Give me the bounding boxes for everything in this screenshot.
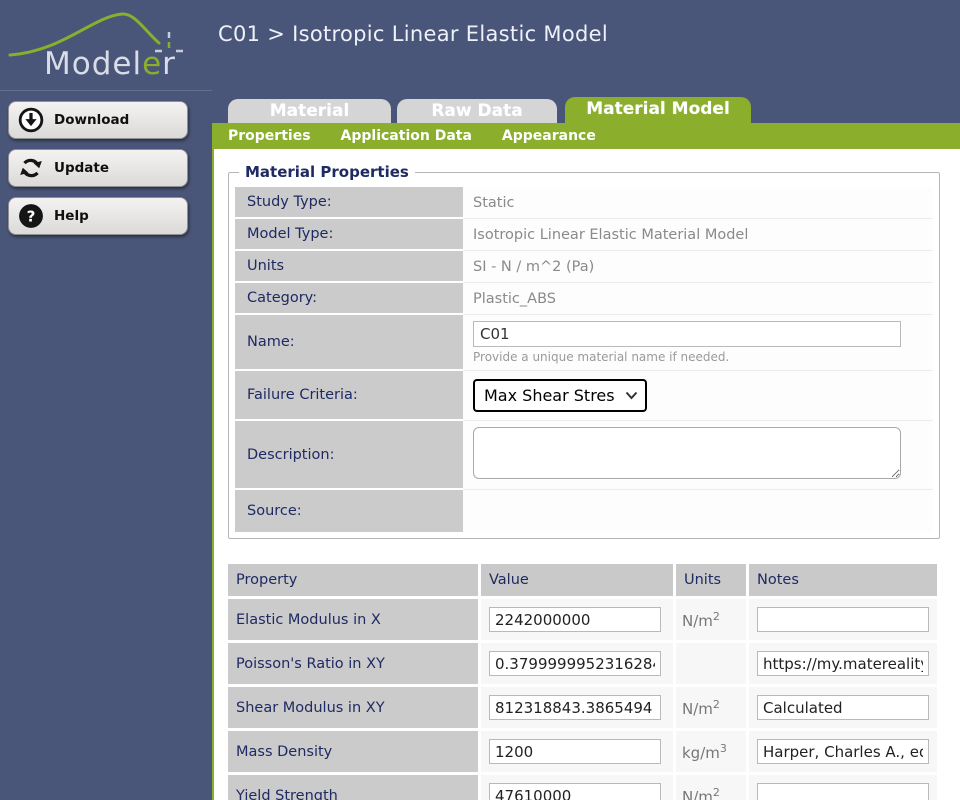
table-row: Poisson's Ratio in XY	[228, 643, 937, 684]
category-label: Category:	[235, 283, 463, 315]
units-cell	[676, 643, 746, 684]
model-type-value: Isotropic Linear Elastic Material Model	[463, 219, 933, 251]
download-circle-icon	[18, 107, 44, 133]
units-cell: N/m2	[676, 687, 746, 728]
notes-input[interactable]	[757, 607, 929, 632]
material-properties-fieldset: Material Properties Study Type: Static M…	[228, 163, 940, 539]
units-value: SI - N / m^2 (Pa)	[463, 251, 933, 283]
sub-navigation: Properties Application Data Appearance	[212, 123, 960, 149]
study-type-label: Study Type:	[235, 187, 463, 219]
property-table-header: Property Value Units Notes	[228, 564, 937, 596]
update-button-label: Update	[54, 160, 110, 176]
modeler-logo: Modeler	[8, 12, 183, 82]
notes-input[interactable]	[757, 651, 929, 676]
source-label: Source:	[235, 490, 463, 532]
name-label: Name:	[235, 315, 463, 371]
chevron-down-icon	[625, 391, 638, 400]
col-header-units: Units	[676, 564, 746, 596]
description-row: Description:	[235, 421, 933, 490]
tab-material[interactable]: Material	[228, 99, 391, 123]
tab-material-model[interactable]: Material Model	[565, 97, 751, 123]
tab-bar: Material Raw Data Material Model	[212, 90, 960, 123]
property-name: Shear Modulus in XY	[228, 687, 478, 728]
help-button-label: Help	[54, 208, 89, 224]
help-circle-icon: ?	[19, 204, 43, 228]
source-row: Source:	[235, 490, 933, 532]
download-button-label: Download	[54, 112, 130, 128]
col-header-notes: Notes	[749, 564, 937, 596]
model-type-row: Model Type: Isotropic Linear Elastic Mat…	[235, 219, 933, 251]
sidebar: Download Update ? Help	[0, 90, 212, 800]
source-value	[463, 490, 933, 532]
col-header-property: Property	[228, 564, 478, 596]
svg-text:?: ?	[27, 207, 36, 225]
refresh-icon	[20, 158, 42, 178]
value-input[interactable]	[489, 783, 661, 800]
category-row: Category: Plastic_ABS	[235, 283, 933, 315]
value-input[interactable]	[489, 695, 661, 720]
name-input[interactable]	[473, 321, 901, 347]
notes-input[interactable]	[757, 783, 929, 800]
subnav-appearance[interactable]: Appearance	[502, 128, 596, 144]
name-row: Name: Provide a unique material name if …	[235, 315, 933, 371]
property-name: Poisson's Ratio in XY	[228, 643, 478, 684]
units-cell: kg/m3	[676, 731, 746, 772]
study-type-value: Static	[463, 187, 933, 219]
value-input[interactable]	[489, 607, 661, 632]
name-hint: Provide a unique material name if needed…	[473, 350, 730, 364]
model-type-label: Model Type:	[235, 219, 463, 251]
content-area: Material Properties Study Type: Static M…	[212, 149, 960, 800]
value-input[interactable]	[489, 651, 661, 676]
update-button[interactable]: Update	[8, 149, 188, 187]
tab-raw-data[interactable]: Raw Data	[397, 99, 557, 123]
table-row: Mass Density kg/m3	[228, 731, 937, 772]
description-label: Description:	[235, 421, 463, 490]
failure-criteria-select[interactable]: Max Shear Stres	[473, 379, 647, 412]
material-properties-legend: Material Properties	[245, 163, 409, 181]
app-header: Modeler C01 > Isotropic Linear Elastic M…	[0, 0, 960, 90]
units-cell: N/m2	[676, 775, 746, 800]
table-row: Elastic Modulus in X N/m2	[228, 599, 937, 640]
value-input[interactable]	[489, 739, 661, 764]
notes-input[interactable]	[757, 695, 929, 720]
property-table: Property Value Units Notes Elastic Modul…	[225, 561, 940, 800]
main-panel: Material Raw Data Material Model Propert…	[212, 90, 960, 800]
category-value: Plastic_ABS	[463, 283, 933, 315]
description-textarea[interactable]	[473, 427, 901, 479]
failure-criteria-label: Failure Criteria:	[235, 371, 463, 421]
table-row: Yield Strength N/m2	[228, 775, 937, 800]
subnav-application-data[interactable]: Application Data	[341, 128, 472, 144]
notes-input[interactable]	[757, 739, 929, 764]
failure-criteria-selected: Max Shear Stres	[484, 386, 615, 405]
study-type-row: Study Type: Static	[235, 187, 933, 219]
units-cell: N/m2	[676, 599, 746, 640]
subnav-properties[interactable]: Properties	[228, 128, 311, 144]
failure-criteria-row: Failure Criteria: Max Shear Stres	[235, 371, 933, 421]
property-name: Yield Strength	[228, 775, 478, 800]
units-label: Units	[235, 251, 463, 283]
units-row: Units SI - N / m^2 (Pa)	[235, 251, 933, 283]
property-name: Mass Density	[228, 731, 478, 772]
help-button[interactable]: ? Help	[8, 197, 188, 235]
col-header-value: Value	[481, 564, 673, 596]
property-name: Elastic Modulus in X	[228, 599, 478, 640]
download-button[interactable]: Download	[8, 101, 188, 139]
table-row: Shear Modulus in XY N/m2	[228, 687, 937, 728]
breadcrumb: C01 > Isotropic Linear Elastic Model	[218, 22, 608, 46]
logo-text: Modeler	[44, 46, 176, 82]
